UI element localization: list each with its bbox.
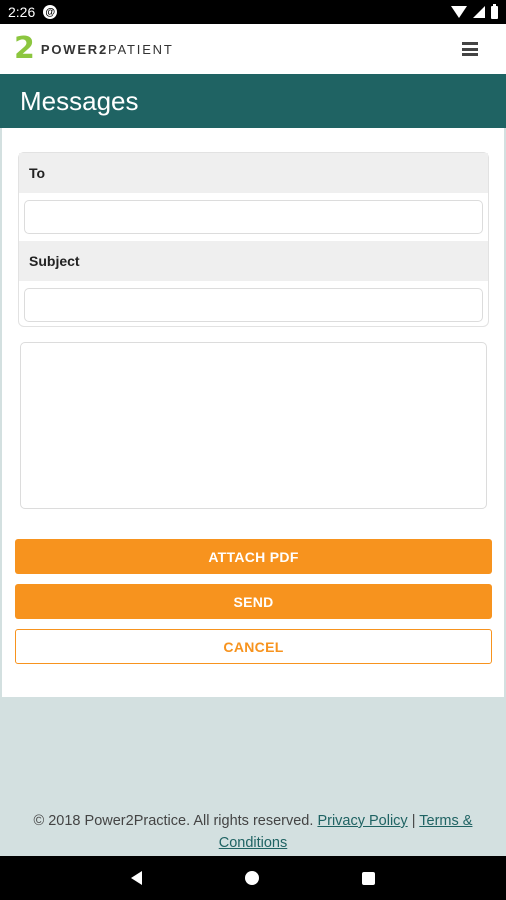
sync-icon: @ xyxy=(43,5,58,19)
android-nav-bar xyxy=(0,856,506,900)
back-icon[interactable] xyxy=(131,871,143,885)
brand-name: POWER2PATIENT xyxy=(41,42,174,57)
page-title: Messages xyxy=(20,85,139,116)
recipient-fields: To Subject xyxy=(18,152,489,327)
brand-name-bold: POWER2 xyxy=(40,41,109,57)
signal-icon xyxy=(473,6,485,18)
to-field[interactable] xyxy=(24,200,483,234)
to-label: To xyxy=(19,153,488,193)
brand-logo[interactable]: 2 POWER2PATIENT xyxy=(14,34,174,64)
copyright-text: © 2018 Power2Practice. All rights reserv… xyxy=(33,813,314,829)
send-button[interactable]: SEND xyxy=(15,584,492,619)
status-bar: 2:26 @ xyxy=(0,0,506,24)
subject-field[interactable] xyxy=(24,288,483,322)
app-header: 2 POWER2PATIENT xyxy=(0,24,506,74)
battery-icon xyxy=(491,3,498,19)
status-time: 2:26 xyxy=(8,4,36,20)
footer-separator: | xyxy=(411,813,416,829)
wifi-icon xyxy=(451,6,467,18)
attach-pdf-button[interactable]: ATTACH PDF xyxy=(15,539,492,574)
subject-label: Subject xyxy=(19,241,488,281)
status-icons xyxy=(451,3,498,19)
recent-apps-icon[interactable] xyxy=(361,871,375,885)
cancel-button[interactable]: CANCEL xyxy=(15,629,492,664)
message-form-card: To Subject ATTACH PDF SEND CANCEL xyxy=(2,128,504,697)
home-icon[interactable] xyxy=(244,871,259,885)
logo-mark-icon: 2 xyxy=(14,31,35,66)
message-body-field[interactable] xyxy=(20,342,487,509)
brand-name-light: PATIENT xyxy=(108,41,174,57)
privacy-policy-link[interactable]: Privacy Policy xyxy=(317,813,407,829)
page-title-bar: Messages xyxy=(0,74,506,128)
hamburger-menu-icon[interactable] xyxy=(462,42,478,56)
footer: © 2018 Power2Practice. All rights reserv… xyxy=(0,810,506,854)
